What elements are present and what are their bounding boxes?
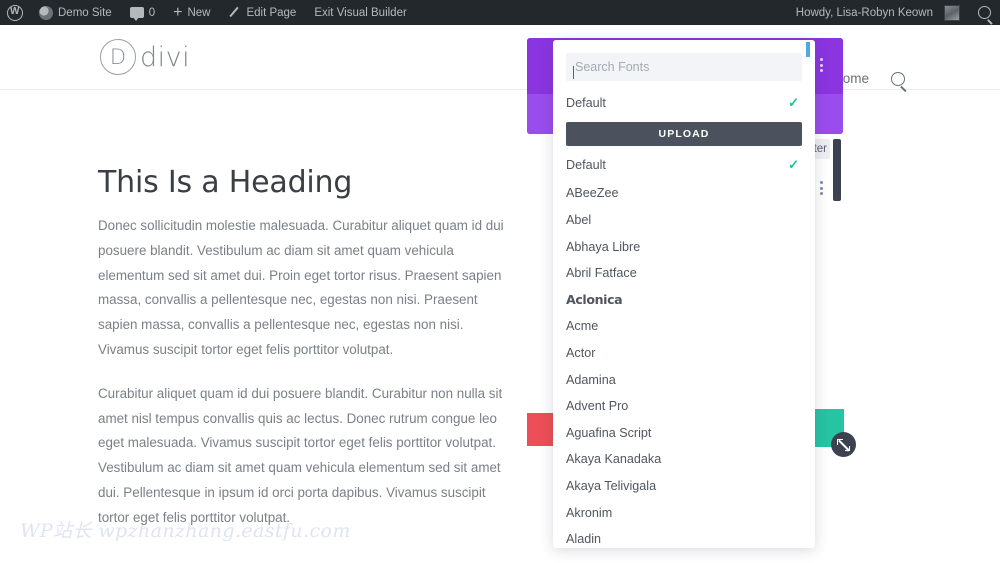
font-option-label: Aclonica bbox=[566, 292, 623, 308]
font-option-selected-default[interactable]: Default ✓ bbox=[553, 90, 815, 117]
font-option[interactable]: Adamina bbox=[553, 366, 815, 393]
font-option[interactable]: Abel bbox=[553, 207, 815, 234]
search-icon[interactable] bbox=[891, 71, 905, 86]
site-logo-text: divi bbox=[140, 41, 191, 73]
font-option[interactable]: Aladin bbox=[553, 526, 815, 548]
edit-page-label: Edit Page bbox=[246, 6, 297, 19]
font-option[interactable]: Akronim bbox=[553, 499, 815, 526]
new-label: New bbox=[187, 6, 211, 19]
font-option[interactable]: Akaya Kanadaka bbox=[553, 446, 815, 473]
resize-arrow-tip-icon bbox=[845, 446, 850, 451]
site-dashboard-icon bbox=[39, 5, 53, 20]
wordpress-logo-icon bbox=[7, 4, 23, 21]
font-option-label: Akronim bbox=[566, 505, 613, 520]
font-picker-panel: Default ✓ UPLOAD Default ✓ ABeeZee Abel Ab… bbox=[553, 40, 815, 548]
font-option-label: Akaya Telivigala bbox=[566, 479, 657, 494]
font-search-wrap bbox=[553, 40, 815, 81]
checkmark-icon: ✓ bbox=[788, 95, 799, 111]
comment-count-label: 0 bbox=[148, 6, 156, 19]
admin-bar-wp-logo[interactable] bbox=[0, 0, 30, 25]
panel-scrollbar[interactable] bbox=[833, 139, 841, 201]
body-paragraph-1: Donec sollicitudin molestie malesuada. C… bbox=[98, 218, 504, 357]
vertical-dots-icon[interactable] bbox=[820, 58, 823, 72]
site-logo[interactable]: D divi bbox=[100, 39, 190, 75]
font-option[interactable]: Abhaya Libre bbox=[553, 233, 815, 260]
checkmark-icon: ✓ bbox=[788, 156, 799, 172]
admin-bar-my-account[interactable]: Howdy, Lisa-Robyn Keown bbox=[787, 0, 969, 25]
pencil-icon bbox=[228, 6, 241, 19]
modal-tab-marker[interactable] bbox=[806, 42, 810, 57]
site-name-label: Demo Site bbox=[58, 6, 112, 19]
howdy-label: Howdy, Lisa-Robyn Keown bbox=[795, 6, 933, 19]
vertical-dots-icon[interactable] bbox=[820, 181, 823, 195]
admin-bar-exit-visual-builder[interactable]: Exit Visual Builder bbox=[305, 0, 415, 25]
text-cursor bbox=[573, 66, 574, 79]
font-option-label: Aguafina Script bbox=[566, 425, 652, 440]
search-icon bbox=[978, 6, 991, 19]
avatar bbox=[944, 4, 960, 21]
admin-bar-new[interactable]: + New bbox=[164, 0, 219, 25]
admin-bar-search[interactable] bbox=[969, 0, 1000, 25]
font-option-label: Acme bbox=[566, 319, 599, 334]
font-option[interactable]: Aclonica bbox=[553, 287, 815, 314]
font-option-label: ABeeZee bbox=[566, 186, 619, 201]
page-content: This Is a Heading Donec sollicitudin mol… bbox=[98, 165, 508, 550]
font-option-label: Default bbox=[566, 96, 606, 111]
exit-visual-builder-label: Exit Visual Builder bbox=[314, 6, 407, 19]
plus-icon: + bbox=[173, 3, 183, 21]
font-option[interactable]: ABeeZee bbox=[553, 180, 815, 207]
font-option-label: Abel bbox=[566, 213, 592, 228]
divi-logo-icon: D bbox=[100, 39, 136, 75]
admin-bar-right: Howdy, Lisa-Robyn Keown bbox=[787, 0, 1000, 25]
font-options-list: ABeeZee Abel Abhaya Libre Abril Fatface Aclo… bbox=[553, 178, 815, 548]
admin-bar-site-name[interactable]: Demo Site bbox=[30, 0, 121, 25]
resize-diagonal-icon[interactable] bbox=[831, 432, 856, 457]
font-option[interactable]: Actor bbox=[553, 340, 815, 367]
font-option-label: Advent Pro bbox=[566, 399, 629, 414]
search-input[interactable] bbox=[566, 53, 802, 81]
admin-bar-edit-page[interactable]: Edit Page bbox=[219, 0, 305, 25]
font-option[interactable]: Akaya Telivigala bbox=[553, 473, 815, 500]
page-title: This Is a Heading bbox=[98, 165, 353, 200]
font-option-label: Abril Fatface bbox=[566, 266, 637, 281]
upload-button[interactable]: UPLOAD bbox=[566, 121, 802, 146]
font-option-label: Default bbox=[566, 157, 606, 172]
primary-nav: Home bbox=[833, 71, 905, 86]
body-paragraph-2: Curabitur aliquet quam id dui posuere bl… bbox=[98, 385, 503, 525]
admin-bar-comments[interactable]: 0 bbox=[121, 0, 164, 25]
font-option[interactable]: Aguafina Script bbox=[553, 420, 815, 447]
wp-admin-bar: Demo Site 0 + New Edit Page Exit Visual … bbox=[0, 0, 1000, 25]
font-option[interactable]: Advent Pro bbox=[553, 393, 815, 420]
screen-root: Demo Site 0 + New Edit Page Exit Visual … bbox=[0, 0, 1000, 563]
font-option-label: Aladin bbox=[566, 532, 602, 547]
font-option-default[interactable]: Default ✓ bbox=[553, 152, 815, 179]
font-option-label: Abhaya Libre bbox=[566, 239, 641, 254]
font-option[interactable]: Acme bbox=[553, 313, 815, 340]
font-option-label: Actor bbox=[566, 346, 596, 361]
font-option-label: Akaya Kanadaka bbox=[566, 452, 662, 467]
comment-bubble-icon bbox=[129, 7, 144, 21]
font-option-label: Adamina bbox=[566, 372, 616, 387]
font-option[interactable]: Abril Fatface bbox=[553, 260, 815, 287]
site-header: D divi Home bbox=[0, 25, 1000, 90]
